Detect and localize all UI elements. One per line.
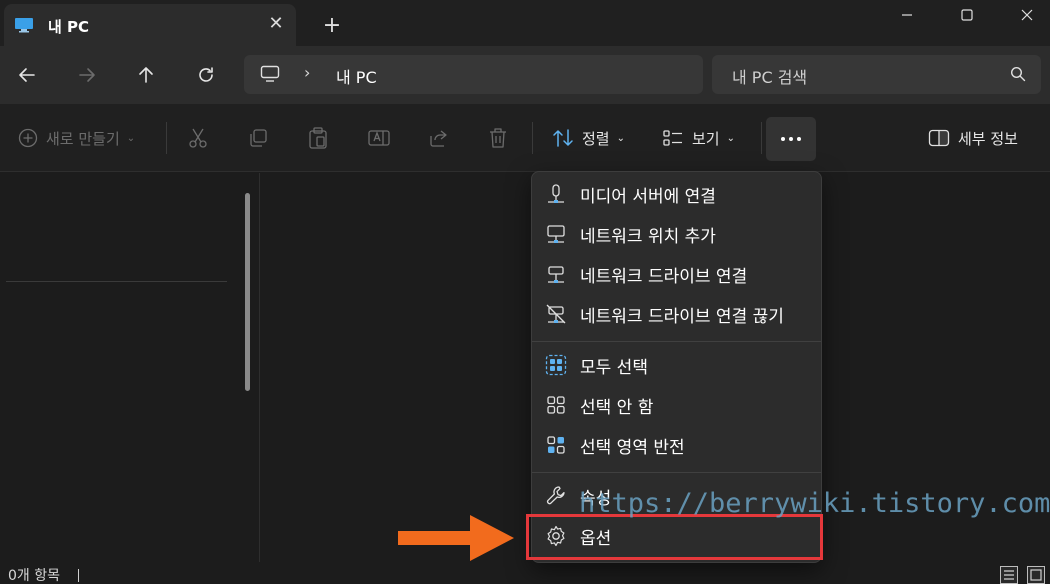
view-label: 보기 (692, 129, 720, 148)
select-all-icon (544, 353, 568, 377)
arrow-up-icon (139, 67, 153, 83)
menu-item-select-all[interactable]: 모두 선택 (536, 345, 817, 385)
wrench-icon (544, 484, 568, 508)
menu-item-label: 선택 영역 반전 (580, 437, 685, 458)
select-none-icon (544, 393, 568, 417)
details-label: 세부 정보 (958, 129, 1018, 148)
refresh-icon (199, 67, 213, 82)
view-button[interactable]: 보기 ⌄ (662, 116, 735, 160)
new-tab-button[interactable]: + (320, 14, 344, 38)
network-location-icon (544, 222, 568, 246)
chevron-right-icon[interactable]: › (304, 63, 310, 82)
menu-item-label: 네트워크 드라이브 연결 (580, 266, 748, 287)
refresh-button[interactable] (191, 60, 221, 90)
share-icon (430, 130, 447, 147)
minimize-button[interactable] (884, 0, 930, 30)
share-button[interactable] (428, 116, 450, 160)
toolbar-divider (532, 122, 533, 154)
more-icon (781, 137, 785, 141)
details-view-button[interactable] (1000, 566, 1018, 584)
arrow-left-icon (19, 68, 35, 82)
rename-button[interactable] (368, 116, 390, 160)
address-bar[interactable]: › 내 PC (244, 55, 703, 94)
pc-icon (260, 65, 280, 87)
sort-icon (553, 129, 573, 147)
chevron-down-icon: ⌄ (726, 132, 735, 144)
arrow-right-icon (79, 68, 95, 82)
nav-divider (6, 281, 227, 282)
menu-item-select-none[interactable]: 선택 안 함 (536, 385, 817, 425)
plus-circle-icon (18, 128, 38, 148)
copy-icon (250, 129, 267, 147)
title-bar: 내 PC ✕ + (0, 0, 1050, 46)
new-button[interactable]: 새로 만들기 ⌄ (18, 116, 135, 160)
monitor-icon (14, 17, 34, 33)
close-window-button[interactable] (1004, 0, 1050, 30)
new-button-label: 새로 만들기 (46, 129, 120, 148)
menu-item-label: 모두 선택 (580, 357, 648, 378)
navigation-bar: › 내 PC 내 PC 검색 (0, 46, 1050, 104)
maximize-button[interactable] (944, 0, 990, 30)
status-bar: 0개 항목 (0, 562, 1050, 584)
sort-label: 정렬 (582, 129, 610, 148)
menu-separator (532, 472, 821, 473)
paste-button[interactable] (308, 116, 328, 160)
menu-item-label: 네트워크 위치 추가 (580, 226, 716, 247)
scrollbar[interactable] (245, 193, 250, 391)
disconnect-drive-icon (544, 302, 568, 326)
scissors-icon (189, 128, 207, 148)
tab-this-pc[interactable]: 내 PC ✕ (4, 4, 296, 46)
navigation-pane (0, 173, 260, 563)
menu-item-connect-media-server[interactable]: 미디어 서버에 연결 (536, 174, 817, 214)
cut-button[interactable] (188, 116, 208, 160)
tab-title: 내 PC (48, 18, 90, 36)
clipboard-icon (309, 127, 327, 149)
menu-item-map-network-drive[interactable]: 네트워크 드라이브 연결 (536, 254, 817, 294)
search-input[interactable]: 내 PC 검색 (732, 64, 807, 88)
trash-icon (490, 128, 506, 148)
invert-selection-icon (544, 433, 568, 457)
menu-item-label: 선택 안 함 (580, 397, 654, 418)
media-server-icon (544, 182, 568, 206)
status-divider (78, 569, 79, 582)
menu-item-label: 미디어 서버에 연결 (580, 186, 716, 207)
copy-button[interactable] (248, 116, 268, 160)
chevron-down-icon: ⌄ (126, 132, 136, 144)
back-button[interactable] (12, 60, 42, 90)
address-path: 내 PC (336, 68, 377, 87)
delete-button[interactable] (488, 116, 508, 160)
forward-button[interactable] (72, 60, 102, 90)
details-pane-icon (928, 129, 950, 147)
search-box[interactable]: 내 PC 검색 (712, 55, 1041, 94)
sort-button[interactable]: 정렬 ⌄ (552, 116, 625, 160)
up-button[interactable] (131, 60, 161, 90)
chevron-down-icon: ⌄ (616, 132, 625, 144)
menu-separator (532, 341, 821, 342)
pointer-arrow (398, 515, 514, 561)
more-options-button[interactable] (766, 117, 816, 161)
menu-item-label: 네트워크 드라이브 연결 끊기 (580, 306, 784, 327)
toolbar-divider (761, 122, 762, 154)
toolbar-divider (166, 122, 167, 154)
rename-icon (368, 130, 390, 146)
close-tab-icon[interactable]: ✕ (266, 14, 286, 34)
menu-item-invert-selection[interactable]: 선택 영역 반전 (536, 425, 817, 465)
item-count: 0개 항목 (8, 568, 60, 584)
watermark: https://berrywiki.tistory.com (579, 488, 1050, 519)
menu-item-disconnect-network-drive[interactable]: 네트워크 드라이브 연결 끊기 (536, 294, 817, 334)
menu-item-add-network-location[interactable]: 네트워크 위치 추가 (536, 214, 817, 254)
network-drive-icon (544, 262, 568, 286)
search-icon[interactable] (1010, 66, 1026, 86)
details-button[interactable]: 세부 정보 (928, 116, 1018, 160)
command-bar: 새로 만들기 ⌄ 정렬 ⌄ 보기 ⌄ 세부 정보 (0, 104, 1050, 172)
highlight-box (526, 514, 823, 560)
tiles-view-button[interactable] (1027, 566, 1045, 584)
view-list-icon (663, 130, 682, 146)
